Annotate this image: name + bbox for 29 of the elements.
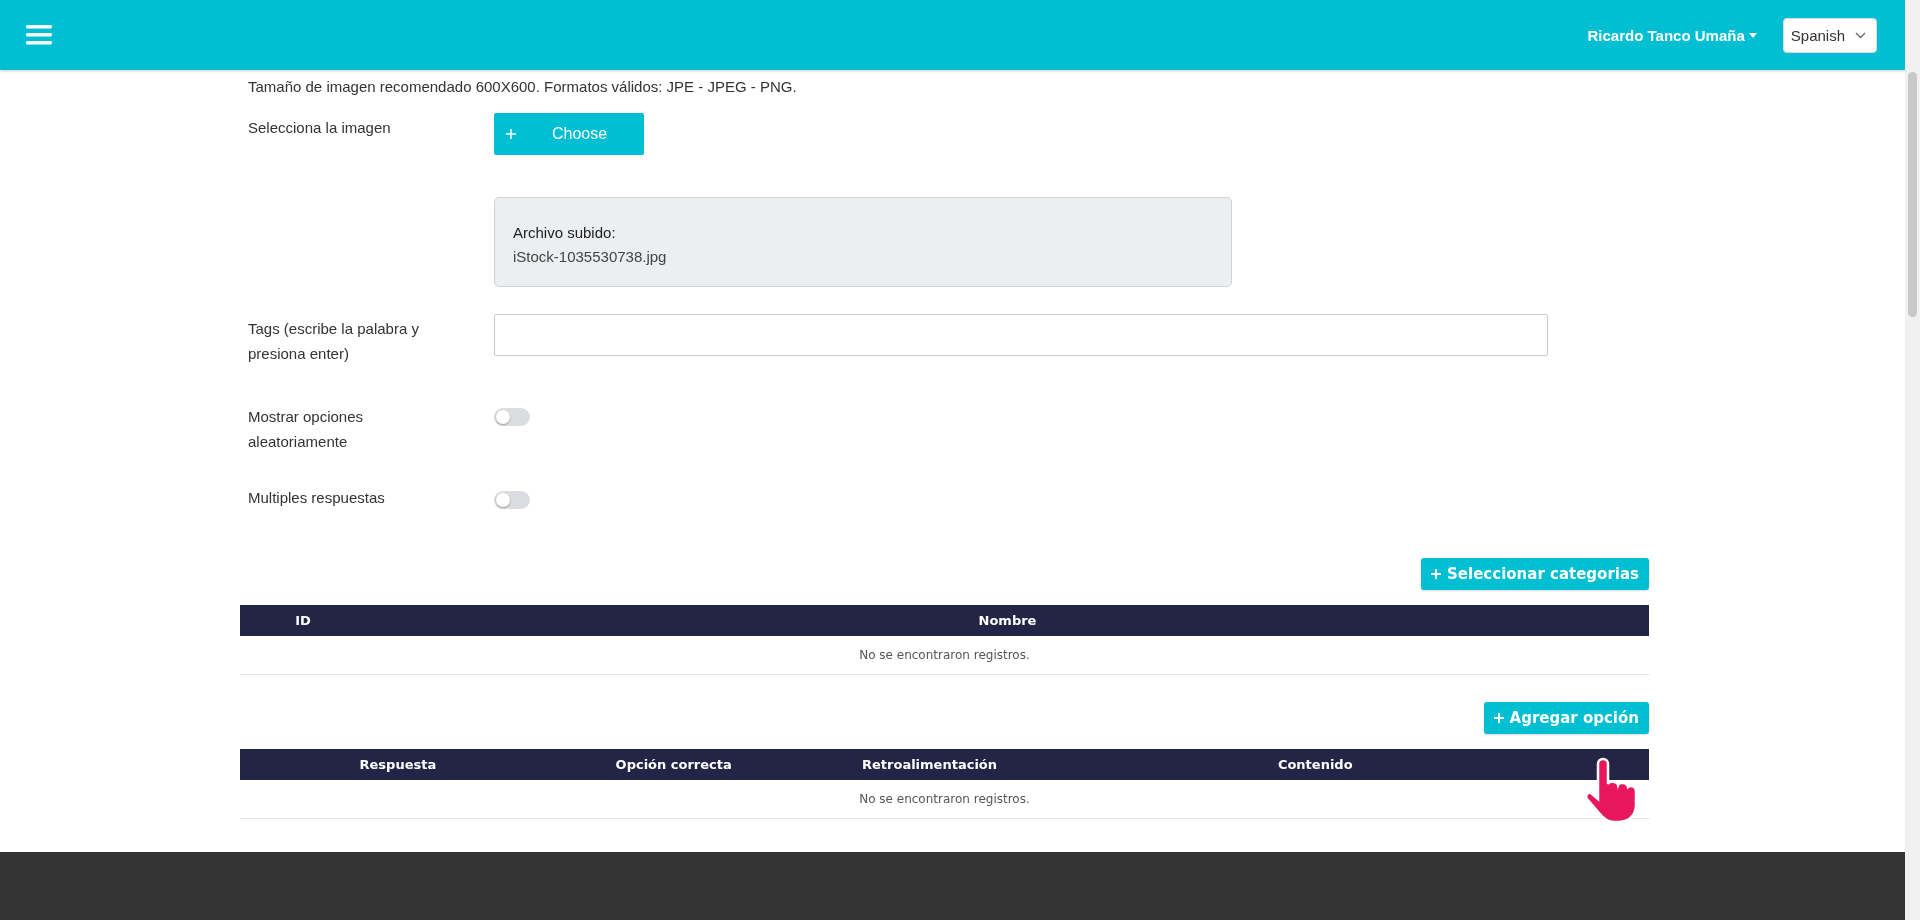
uploaded-file-name: iStock-1035530738.jpg [513, 247, 668, 267]
column-header: Respuesta [240, 749, 556, 780]
empty-message: No se encontraron registros. [240, 636, 1649, 675]
caret-icon [1748, 32, 1757, 38]
language-select[interactable]: Spanish [1782, 17, 1877, 53]
toggle-switch[interactable] [494, 408, 530, 426]
column-header: Contenido [1067, 749, 1564, 780]
uploaded-label: Archivo subido: [513, 223, 617, 243]
menu-icon[interactable] [26, 24, 52, 46]
plus-icon [1493, 713, 1504, 723]
toggle-label: Mostrar opciones aleatoriamente [248, 407, 365, 452]
add-button[interactable]: Agregar opción [1483, 702, 1649, 734]
column-header: ID [240, 605, 366, 636]
plus-icon [1431, 569, 1442, 579]
column-header: Nombre [366, 605, 1649, 636]
field-label: Selecciona la imagen [248, 118, 392, 138]
plus-icon [506, 129, 516, 139]
add-button[interactable]: Seleccionar categorias [1421, 558, 1649, 590]
tags-input[interactable] [494, 314, 1548, 356]
toggle-switch[interactable] [494, 491, 530, 509]
user-menu[interactable]: Ricardo Tanco Umaña [1587, 26, 1757, 44]
field-label: Tags (escribe la palabra y presiona enter) [248, 319, 420, 364]
choose-button[interactable]: Choose [494, 113, 644, 155]
column-header: Opción correcta [555, 749, 792, 780]
image-size-hint: Tamaño de imagen recomendado 600X600. Formatos válidos: JPE - JPEG - PNG. [248, 78, 798, 95]
toggle-label: Multiples respuestas [248, 488, 386, 508]
scrollbar-thumb[interactable] [1908, 72, 1917, 317]
column-header: Retroalimentación [791, 749, 1068, 780]
chevron-down-icon [1855, 31, 1866, 39]
